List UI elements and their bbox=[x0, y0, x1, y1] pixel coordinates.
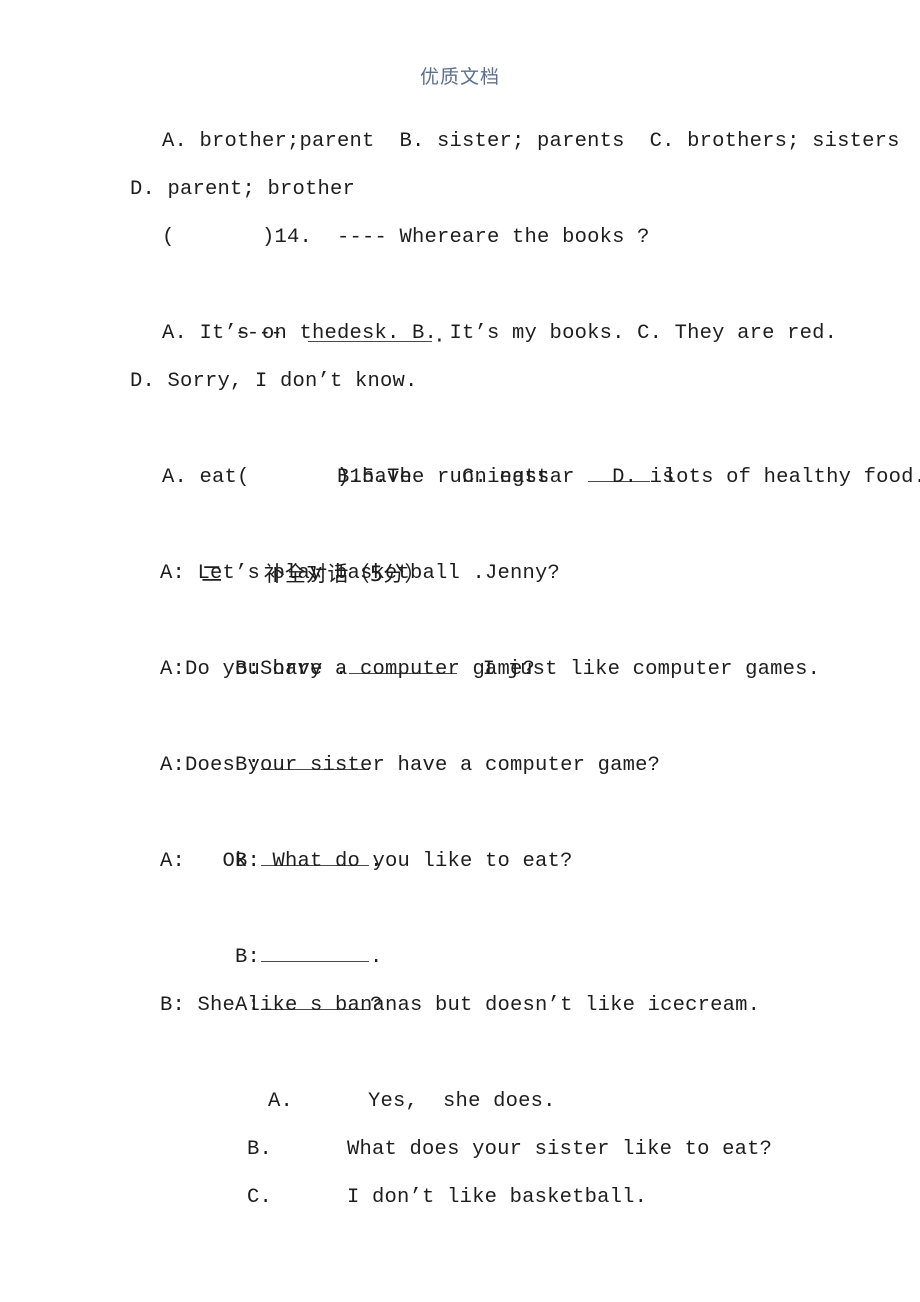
dialogue-blank-4[interactable] bbox=[261, 942, 370, 962]
choice-option-c-text: I don’t like basketball. bbox=[347, 1186, 648, 1209]
document-body: A. brother;parent B. sister; parents C. … bbox=[130, 118, 920, 1209]
q14-stem: ( )14. ---- Whereare the books ? bbox=[162, 226, 650, 249]
q14-answer-line: ---- . bbox=[130, 262, 810, 349]
dialogue-line-10: B: She like s bananas but doesn’t like i… bbox=[160, 994, 761, 1017]
section-two-heading: 二 补全对话（5分） bbox=[130, 502, 810, 586]
dialogue-line-7: A: Ok. What do you like to eat? bbox=[160, 850, 573, 873]
q13-options-line-2: D. parent; brother bbox=[130, 178, 356, 201]
choice-option-a: A. Yes, she does. bbox=[130, 1030, 810, 1113]
dialogue-line-2: B:Sorry . I just like computer games. bbox=[130, 598, 820, 681]
dialogue-line-5: A:Does your sister have a computer game? bbox=[160, 754, 661, 777]
dialogue-line-8: B:. bbox=[130, 886, 810, 969]
dialogue-line-4: B: bbox=[130, 694, 810, 777]
q14-options-line-2: D. Sorry, I don’t know. bbox=[130, 370, 418, 393]
choice-option-a-text: Yes, she does. bbox=[368, 1090, 556, 1113]
choice-option-b-text: What does your sister like to eat? bbox=[347, 1138, 773, 1161]
dialogue-line-8-prefix: B: bbox=[235, 946, 261, 969]
page-watermark-header: 优质文档 bbox=[419, 66, 500, 88]
dialogue-line-1: A: Let’s play basketball .Jenny? bbox=[160, 562, 561, 585]
dialogue-line-6: B:. bbox=[130, 790, 810, 873]
choice-option-a-label: A. bbox=[268, 1090, 294, 1113]
q15-stem-part-2: lots of healthy food. bbox=[663, 466, 920, 489]
choice-option-b-label: B. bbox=[247, 1138, 273, 1161]
q15-stem: ( )15.The runningstar lots of healthy fo… bbox=[130, 406, 920, 489]
choice-option-c-label: C. bbox=[247, 1186, 273, 1209]
dialogue-line-8-suffix: . bbox=[370, 946, 383, 969]
q13-options-line-1: A. brother;parent B. sister; parents C. … bbox=[162, 130, 900, 153]
q14-options-line-1: A. It’s on thedesk. B. It’s my books. C.… bbox=[162, 322, 838, 345]
document-page: 优质文档 A. brother;parent B. sister; parent… bbox=[0, 0, 920, 1302]
